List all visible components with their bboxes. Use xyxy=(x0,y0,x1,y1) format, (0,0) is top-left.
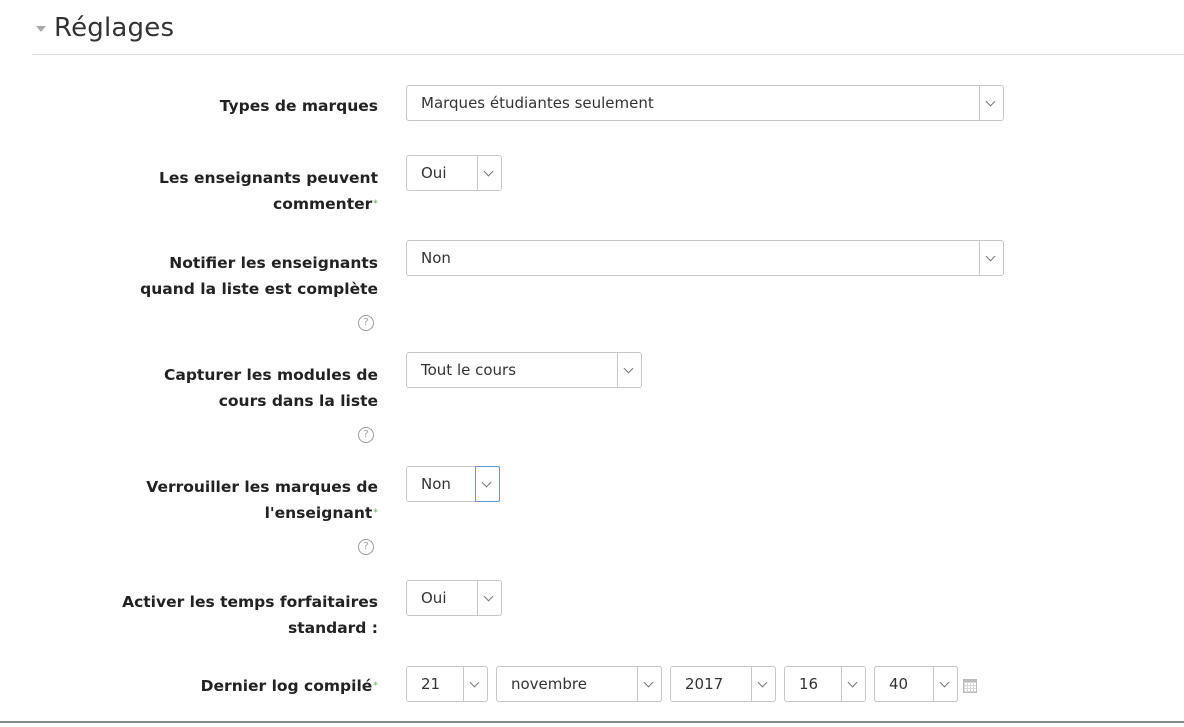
notify-teachers-label: Notifier les enseignants quand la liste … xyxy=(140,254,378,298)
teachers-comment-label: Les enseignants peuvent commenter* xyxy=(159,169,378,213)
minute-select[interactable]: 40 xyxy=(874,666,958,702)
mark-types-select[interactable]: Marques étudiantes seulement xyxy=(406,85,1004,121)
teachers-comment-select[interactable]: Oui xyxy=(406,155,502,191)
help-icon[interactable]: ? xyxy=(358,315,374,331)
capture-modules-select[interactable]: Tout le cours xyxy=(406,352,642,388)
required-icon: * xyxy=(373,199,378,209)
required-icon: * xyxy=(373,681,378,691)
settings-page: Réglages Types de marques Marques étudia… xyxy=(0,0,1184,727)
year-value: 2017 xyxy=(685,675,724,693)
mark-types-value: Marques étudiantes seulement xyxy=(421,94,654,112)
capture-modules-label: Capturer les modules de cours dans la li… xyxy=(163,366,378,410)
chevron-down-icon[interactable] xyxy=(477,581,501,615)
chevron-down-icon[interactable] xyxy=(979,86,1003,120)
calendar-icon[interactable] xyxy=(963,679,977,693)
notify-teachers-select[interactable]: Non xyxy=(406,240,1004,276)
required-icon: * xyxy=(373,508,378,518)
chevron-down-icon[interactable] xyxy=(475,466,500,502)
section-title: Réglages xyxy=(54,13,175,43)
standard-times-select[interactable]: Oui xyxy=(406,580,502,616)
minute-value: 40 xyxy=(889,675,909,693)
chevron-down-icon[interactable] xyxy=(841,667,865,701)
help-icon[interactable]: ? xyxy=(358,539,374,555)
lock-teacher-marks-value: Non xyxy=(421,475,451,493)
chevron-down-icon[interactable] xyxy=(463,667,487,701)
last-log-label: Dernier log compilé* xyxy=(200,677,378,695)
section-divider xyxy=(32,54,1184,55)
month-select[interactable]: novembre xyxy=(496,666,662,702)
chevron-down-icon[interactable] xyxy=(617,353,641,387)
lock-teacher-marks-select[interactable]: Non xyxy=(406,466,500,502)
notify-teachers-value: Non xyxy=(421,249,451,267)
section-header-reglages[interactable]: Réglages xyxy=(36,8,174,48)
month-value: novembre xyxy=(511,675,587,693)
hour-select[interactable]: 16 xyxy=(784,666,866,702)
chevron-down-icon[interactable] xyxy=(751,667,775,701)
standard-times-value: Oui xyxy=(421,589,447,607)
chevron-down-icon[interactable] xyxy=(933,667,957,701)
collapse-triangle-icon[interactable] xyxy=(36,26,46,32)
standard-times-label: Activer les temps forfaitaires standard … xyxy=(122,593,378,637)
help-icon[interactable]: ? xyxy=(358,427,374,443)
chevron-down-icon[interactable] xyxy=(477,156,501,190)
mark-types-label: Types de marques xyxy=(219,97,378,115)
bottom-border xyxy=(0,721,1184,723)
day-select[interactable]: 21 xyxy=(406,666,488,702)
year-select[interactable]: 2017 xyxy=(670,666,776,702)
chevron-down-icon[interactable] xyxy=(979,241,1003,275)
day-value: 21 xyxy=(421,675,441,693)
teachers-comment-value: Oui xyxy=(421,164,447,182)
lock-teacher-marks-label: Verrouiller les marques de l'enseignant* xyxy=(146,478,378,522)
capture-modules-value: Tout le cours xyxy=(421,361,517,379)
hour-value: 16 xyxy=(799,675,819,693)
chevron-down-icon[interactable] xyxy=(637,667,661,701)
